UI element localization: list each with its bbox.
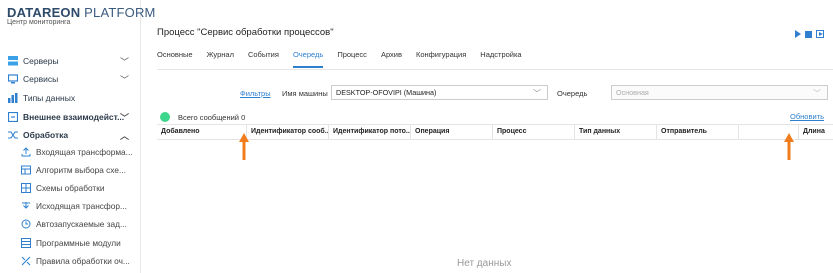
sidebar-item-label: Программные модули <box>36 238 121 248</box>
sidebar-item-label: Алгоритм выбора схе... <box>36 165 126 175</box>
tab-addon[interactable]: Надстройка <box>480 50 521 68</box>
chevron-down-icon: ﹀ <box>119 113 129 123</box>
queue-select[interactable]: Основная ﹀ <box>611 85 828 100</box>
tab-general[interactable]: Основные <box>157 50 193 68</box>
machine-select[interactable]: DESKTOP-OFOVIPI (Машина) ﹀ <box>331 85 548 100</box>
total-messages: Всего сообщений 0 <box>178 113 246 122</box>
queue-label: Очередь <box>557 89 588 98</box>
sidebar: DATAREON PLATFORM Центр мониторинга Серв… <box>0 0 155 273</box>
play-icon[interactable] <box>795 30 801 38</box>
sidebar-item-external[interactable]: Внешнее взаимодейст... ﹀ <box>0 108 141 126</box>
download-icon <box>21 201 31 211</box>
sidebar-item-label: Исходящая трансфор... <box>36 201 127 211</box>
empty-state: Нет данных <box>457 258 512 269</box>
app-logo: DATAREON PLATFORM <box>7 5 156 20</box>
sidebar-item-label: Сервисы <box>23 74 59 84</box>
tab-events[interactable]: События <box>248 50 279 68</box>
sidebar-item-scheme-selection[interactable]: Алгоритм выбора схе... <box>0 161 141 179</box>
process-controls <box>795 30 824 38</box>
annotation-arrow-icon <box>784 133 794 160</box>
sidebar-item-program-modules[interactable]: Программные модули <box>0 234 141 252</box>
chevron-down-icon: ﹀ <box>119 75 129 85</box>
tab-process[interactable]: Процесс <box>337 50 367 68</box>
rules-icon <box>21 256 31 266</box>
sidebar-item-label: Типы данных <box>23 93 76 103</box>
app-subtitle: Центр мониторинга <box>7 19 71 26</box>
stop-icon[interactable] <box>805 30 812 38</box>
sidebar-item-autostart-tasks[interactable]: Автозапускаемые зад... <box>0 215 141 233</box>
tab-divider <box>157 69 833 70</box>
sidebar-item-data-types[interactable]: Типы данных <box>0 89 141 107</box>
column-header[interactable]: Процесс <box>493 125 575 139</box>
filters-link[interactable]: Фильтры <box>240 89 271 98</box>
annotation-arrow-icon <box>239 133 249 160</box>
column-header[interactable]: Операция <box>411 125 493 139</box>
machine-label: Имя машины <box>282 89 328 98</box>
sidebar-item-label: Схемы обработки <box>36 183 105 193</box>
sidebar-item-label: Входящая трансформа... <box>36 147 133 157</box>
page-title: Процесс "Сервис обработки процессов" <box>157 27 334 38</box>
sidebar-item-label: Правила обработки оч... <box>36 256 130 266</box>
sidebar-item-label: Обработка <box>23 130 69 140</box>
main-panel: Процесс "Сервис обработки процессов" Осн… <box>141 0 833 273</box>
grid-icon <box>21 183 31 193</box>
chevron-down-icon: ﹀ <box>119 57 129 67</box>
status-indicator <box>160 112 170 122</box>
machine-select-value: DESKTOP-OFOVIPI (Машина) <box>336 88 437 97</box>
column-header[interactable]: Добавлено <box>157 125 247 139</box>
column-header[interactable]: Идентификатор сооб... <box>247 125 329 139</box>
column-header[interactable]: Тип данных <box>575 125 657 139</box>
refresh-link[interactable]: Обновить <box>790 112 824 121</box>
sidebar-item-label: Автозапускаемые зад... <box>36 219 127 229</box>
queue-select-placeholder: Основная <box>616 88 649 97</box>
tab-archive[interactable]: Архив <box>381 50 402 68</box>
chevron-down-icon: ﹀ <box>813 89 821 98</box>
external-icon <box>7 111 19 123</box>
sidebar-item-label: Внешнее взаимодейст... <box>23 112 125 122</box>
sidebar-item-processing[interactable]: Обработка ︿ <box>0 126 141 144</box>
sidebar-item-label: Серверы <box>23 56 59 66</box>
tab-configuration[interactable]: Конфигурация <box>416 50 466 68</box>
clock-icon <box>21 219 31 229</box>
sidebar-item-servers[interactable]: Серверы ﹀ <box>0 52 141 70</box>
step-play-icon[interactable] <box>816 30 824 38</box>
sidebar-item-processing-schemes[interactable]: Схемы обработки <box>0 179 141 197</box>
chevron-down-icon: ﹀ <box>533 89 541 98</box>
bar-chart-icon <box>8 93 18 103</box>
tab-queue[interactable]: Очередь <box>292 50 324 68</box>
column-header[interactable]: Длина <box>799 125 827 139</box>
modules-icon <box>21 238 31 248</box>
servers-icon <box>8 56 18 66</box>
table-header: Добавлено Идентификатор сооб... Идентифи… <box>157 124 833 140</box>
table-icon <box>21 165 31 175</box>
tab-journal[interactable]: Журнал <box>207 50 234 68</box>
upload-icon <box>21 147 31 157</box>
sidebar-item-services[interactable]: Сервисы ﹀ <box>0 70 141 88</box>
monitor-icon <box>7 74 19 84</box>
column-header[interactable]: Отправитель <box>657 125 739 139</box>
sidebar-item-outgoing-transform[interactable]: Исходящая трансфор... <box>0 197 141 215</box>
sidebar-item-incoming-transform[interactable]: Входящая трансформа... <box>0 143 141 161</box>
chevron-up-icon: ︿ <box>119 131 129 141</box>
sidebar-item-queue-rules[interactable]: Правила обработки оч... <box>0 252 141 270</box>
tab-bar: Основные Журнал События Очередь Процесс … <box>157 50 536 68</box>
shuffle-icon <box>8 130 18 140</box>
column-header[interactable]: Идентификатор пото... <box>329 125 411 139</box>
